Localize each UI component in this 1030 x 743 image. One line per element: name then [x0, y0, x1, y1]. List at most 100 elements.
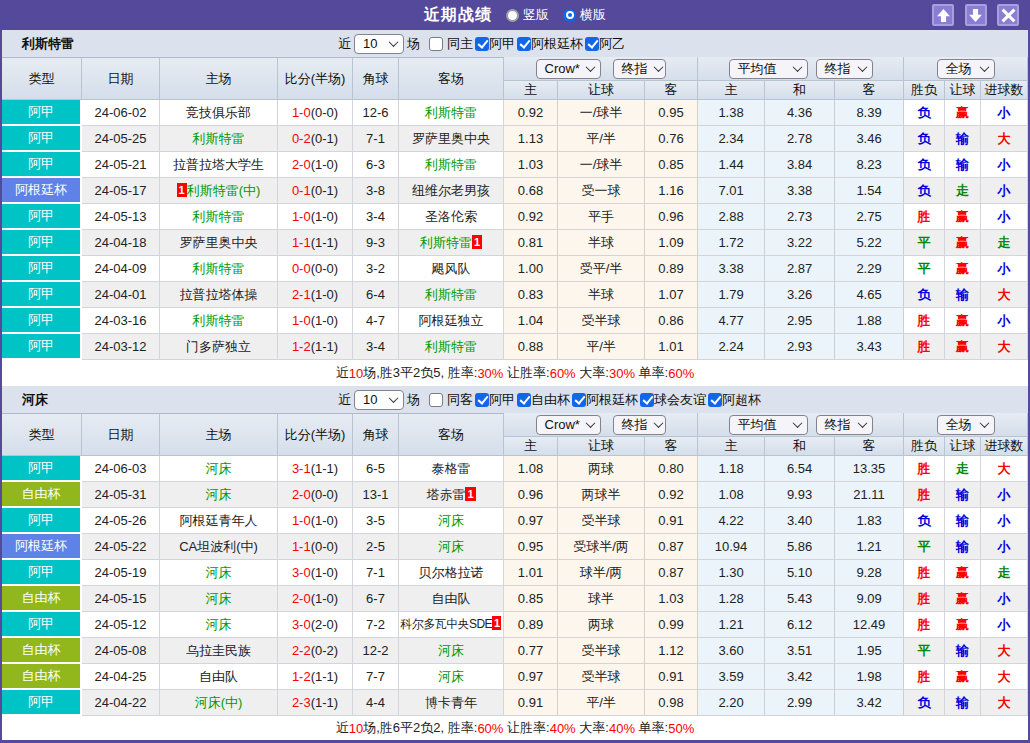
- home-team-cell: 拉普拉塔体操: [160, 282, 278, 308]
- chevron-down-icon: [389, 37, 399, 47]
- chevron-down-icon: [585, 418, 595, 428]
- column-subheader-5: 和: [765, 81, 835, 100]
- filter-checkbox-3[interactable]: 阿根廷杯: [517, 35, 583, 53]
- filter-checkbox-2[interactable]: 阿甲: [475, 35, 515, 53]
- asian-odds-cell: 半球: [558, 282, 645, 308]
- odds-source-select[interactable]: Crow*: [536, 59, 601, 79]
- odds-stage-select[interactable]: 终指: [613, 59, 666, 79]
- filter-checkbox-1[interactable]: 同主: [429, 35, 473, 53]
- checkbox-checked-icon[interactable]: [640, 393, 654, 407]
- radio-vertical-layout[interactable]: 竖版: [506, 6, 549, 24]
- checkbox-checked-icon[interactable]: [572, 393, 586, 407]
- result-cell: 小: [981, 178, 1028, 204]
- filter-checkbox-1[interactable]: 同客: [429, 391, 473, 409]
- checkbox-checked-icon[interactable]: [708, 393, 722, 407]
- halftime-score: (1-0): [311, 591, 338, 606]
- result-cell: 赢: [945, 256, 981, 282]
- fulltime-score: 1-0: [292, 209, 311, 224]
- team-name: 河床: [22, 391, 48, 409]
- euro-source-select[interactable]: 平均值: [729, 415, 808, 435]
- result-cell: 大: [981, 664, 1028, 690]
- asian-odds-cell: 0.97: [504, 664, 558, 690]
- euro-odds-cell: 1.38: [698, 100, 765, 126]
- euro-odds-cell: 2.73: [765, 204, 835, 230]
- euro-odds-cell: 7.01: [698, 178, 765, 204]
- euro-source-select[interactable]: 平均值: [729, 59, 808, 79]
- euro-odds-cell: 3.40: [765, 508, 835, 534]
- match-count-select-value: 10: [363, 392, 377, 407]
- team-label: 利斯特雷: [425, 157, 477, 172]
- asian-odds-cell: 0.91: [504, 690, 558, 716]
- column-header-home: 主场: [160, 413, 278, 456]
- filter-checkbox-5[interactable]: 球会友谊: [640, 391, 706, 409]
- title-bar: 近期战绩 竖版 横版: [2, 0, 1028, 30]
- odds-stage-select-value: 终指: [622, 416, 648, 434]
- odds-stage-select[interactable]: 终指: [613, 415, 666, 435]
- checkbox-checked-icon[interactable]: [475, 37, 489, 51]
- result-cell: 输: [945, 638, 981, 664]
- match-count-select[interactable]: 10: [354, 34, 404, 54]
- filter-checkbox-3[interactable]: 自由杯: [517, 391, 570, 409]
- filter-checkbox-4[interactable]: 阿乙: [585, 35, 625, 53]
- euro-stage-select[interactable]: 终指: [816, 59, 873, 79]
- fulltime-score: 3-0: [292, 617, 311, 632]
- scope-select[interactable]: 全场: [937, 59, 995, 79]
- checkbox-checked-icon[interactable]: [517, 393, 531, 407]
- away-team-cell: 罗萨里奥中央: [399, 126, 504, 152]
- score-cell: 1-0(1-0): [278, 204, 353, 230]
- move-up-button[interactable]: [932, 4, 954, 26]
- asian-odds-cell: 一/球半: [558, 152, 645, 178]
- filter-checkbox-4[interactable]: 阿根廷杯: [572, 391, 638, 409]
- table-row: 阿甲24-04-22河床(中)2-3(1-1)4-4博卡青年0.91平/半0.9…: [2, 690, 1028, 716]
- euro-odds-cell: 1.98: [835, 664, 904, 690]
- euro-stage-select[interactable]: 终指: [816, 415, 873, 435]
- result-cell: 小: [981, 586, 1028, 612]
- asian-odds-cell: 一/球半: [558, 100, 645, 126]
- match-count-select[interactable]: 10: [354, 390, 404, 410]
- corner-cell: 13-1: [353, 482, 399, 508]
- euro-odds-cell: 12.49: [835, 612, 904, 638]
- close-button[interactable]: [997, 4, 1019, 26]
- move-down-button[interactable]: [965, 4, 987, 26]
- team-label: 河床: [206, 461, 232, 476]
- table-row: 阿甲24-06-02竞技俱乐部1-0(0-0)12-6利斯特雷0.92一/球半0…: [2, 100, 1028, 126]
- result-cell: 赢: [945, 230, 981, 256]
- asian-odds-cell: 0.86: [645, 308, 698, 334]
- scope-select[interactable]: 全场: [937, 415, 995, 435]
- table-row: 阿甲24-03-16利斯特雷1-0(1-0)4-7阿根廷独立1.04受半球0.8…: [2, 308, 1028, 334]
- asian-odds-cell: 0.95: [504, 534, 558, 560]
- chevron-down-icon: [653, 62, 663, 72]
- team-label: 河床: [206, 591, 232, 606]
- result-cell: 胜: [904, 560, 945, 586]
- filter-checkbox-2[interactable]: 阿甲: [475, 391, 515, 409]
- halftime-score: (1-1): [311, 461, 338, 476]
- column-subheader-9: 进球数: [981, 81, 1028, 100]
- scope-group-header: 全场: [904, 57, 1028, 81]
- radio-button-icon[interactable]: [563, 9, 576, 22]
- result-cell: 赢: [945, 334, 981, 360]
- corner-cell: 7-7: [353, 664, 399, 690]
- filter-suffix-label: 场: [407, 391, 420, 409]
- result-cell: 赢: [945, 586, 981, 612]
- checkbox-unchecked-icon[interactable]: [429, 393, 443, 407]
- match-date-cell: 24-06-03: [82, 456, 160, 482]
- section-header: 河床近10场同客阿甲自由杯阿根廷杯球会友谊阿超杯: [2, 386, 1028, 413]
- away-team-cell: 利斯特雷: [399, 282, 504, 308]
- filter-suffix-label: 场: [407, 35, 420, 53]
- match-date-cell: 24-05-26: [82, 508, 160, 534]
- checkbox-checked-icon[interactable]: [517, 37, 531, 51]
- checkbox-unchecked-icon[interactable]: [429, 37, 443, 51]
- table-row: 阿甲24-05-21拉普拉塔大学生2-0(1-0)6-3利斯特雷1.03一/球半…: [2, 152, 1028, 178]
- filter-checkbox-6[interactable]: 阿超杯: [708, 391, 761, 409]
- team-label: 拉普拉塔大学生: [173, 157, 264, 172]
- checkbox-checked-icon[interactable]: [585, 37, 599, 51]
- halftime-score: (1-0): [311, 209, 338, 224]
- asian-odds-cell: 0.96: [504, 482, 558, 508]
- filter-checkbox-label: 阿根廷杯: [531, 35, 583, 53]
- summary-row: 近10场,胜3平2负5, 胜率:30% 让胜率:60% 大率:30% 单率:60…: [2, 360, 1028, 386]
- radio-horizontal-layout[interactable]: 横版: [563, 6, 606, 24]
- checkbox-checked-icon[interactable]: [475, 393, 489, 407]
- result-cell: 小: [981, 204, 1028, 230]
- radio-button-icon[interactable]: [506, 9, 519, 22]
- odds-source-select[interactable]: Crow*: [536, 415, 601, 435]
